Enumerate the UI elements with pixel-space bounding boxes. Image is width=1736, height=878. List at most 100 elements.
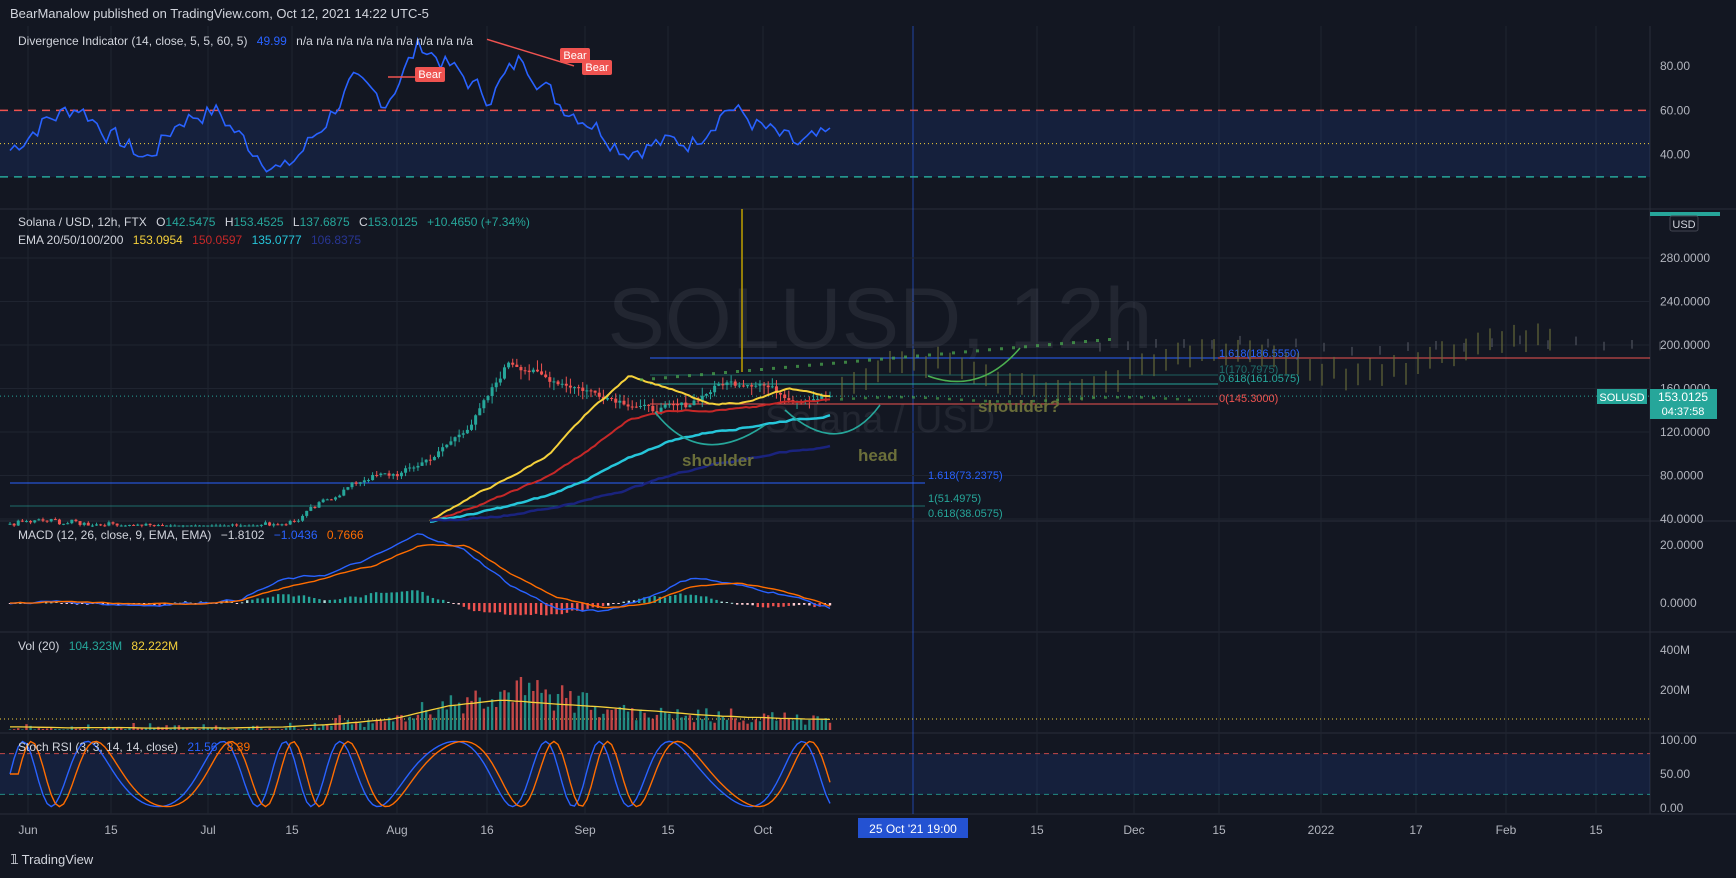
macd-histogram-bar [297, 595, 301, 603]
macd-histogram-bar [421, 591, 424, 603]
macd-histogram-bar [344, 597, 347, 603]
candle-body [123, 525, 127, 527]
fib-label-upper: 0.618(161.0575) [1219, 373, 1300, 385]
candle-body [160, 525, 164, 527]
volume-bar [280, 729, 284, 730]
macd-histogram-bar [581, 603, 584, 612]
volume-bar [95, 729, 98, 730]
macd-histogram-bar [390, 592, 393, 603]
ema-legend[interactable]: EMA 20/50/100/200 153.0954 150.0597 135.… [18, 233, 367, 247]
volume-axis-tick: 200M [1660, 683, 1690, 697]
candle-body [713, 385, 717, 393]
volume-bar [507, 692, 510, 730]
macd-histogram-bar [488, 603, 491, 613]
volume-bar [527, 682, 531, 730]
candle-body [239, 525, 243, 527]
candle-body [741, 385, 745, 387]
volume-bar [272, 729, 275, 730]
ohlc-open: O142.5475 [156, 215, 216, 229]
candle-body [309, 507, 313, 511]
volume-bar [371, 723, 374, 730]
candle-body [552, 381, 556, 383]
macd-histogram-bar [282, 594, 285, 603]
candle-body [638, 406, 642, 408]
macd-histogram-bar [472, 603, 476, 612]
candle-body [465, 429, 469, 434]
volume-bar [795, 714, 799, 730]
macd-histogram-bar [735, 603, 739, 605]
macd-histogram-bar [467, 603, 471, 610]
candle-body [148, 523, 152, 526]
stoch-axis-tick: 0.00 [1660, 801, 1684, 815]
candle-body [173, 525, 177, 527]
candle-body [255, 525, 259, 527]
candle-body [95, 524, 99, 526]
stoch-axis-tick: 100.00 [1660, 733, 1697, 747]
volume-bar [99, 728, 102, 730]
stoch-k-value: 21.56 [187, 740, 218, 754]
ohlc-change: +10.4650 (+7.34%) [427, 215, 530, 229]
volume-bar [412, 718, 416, 730]
candle-body [86, 522, 90, 526]
macd-histogram-bar [519, 603, 522, 616]
symbol-title: Solana / USD, 12h, FTX [18, 215, 147, 229]
volume-bar [647, 717, 650, 730]
macd-histogram-bar [240, 602, 244, 604]
candle-body [292, 520, 296, 522]
macd-histogram-bar [256, 598, 259, 603]
candle-body [156, 525, 160, 527]
price-axis-tick: 40.0000 [1660, 512, 1704, 526]
volume-bar [804, 724, 807, 730]
currency-label: USD [1672, 219, 1695, 231]
ema200-value: 106.8375 [310, 233, 362, 247]
stoch-title: Stoch RSI (3, 3, 14, 14, close) [18, 740, 179, 754]
volume-bar [132, 723, 135, 730]
candle-body [144, 523, 148, 526]
candle-body [16, 520, 20, 526]
volume-bar [696, 709, 700, 730]
time-axis-label: 2022 [1308, 823, 1335, 837]
candle-body [90, 525, 94, 527]
candle-body [568, 385, 572, 388]
volume-bar [276, 729, 280, 730]
candle-body [165, 525, 169, 527]
candle-body [202, 525, 206, 527]
candle-body [210, 525, 214, 527]
stoch-axis-tick: 50.00 [1660, 767, 1690, 781]
time-axis[interactable]: Jun 15 Jul 15 Aug 16 Sep 15 Oct 15 Dec 15 2022 17 Feb 1… [18, 818, 1603, 838]
volume-pane[interactable] [0, 676, 1650, 730]
volume-bar [787, 718, 790, 730]
candle-body [391, 474, 395, 476]
divergence-pane[interactable]: BearBearBear [0, 36, 1650, 178]
chart-canvas[interactable]: BearBearBear SOLUSD, 12hSolana / USD1.61… [0, 0, 1736, 878]
divergence-na: n/a n/a n/a n/a n/a n/a n/a n/a n/a [296, 34, 473, 48]
price-legend[interactable]: Solana / USD, 12h, FTX O142.5475 H153.45… [18, 215, 536, 229]
volume-bar [41, 728, 45, 730]
macd-legend[interactable]: MACD (12, 26, close, 9, EMA, EMA) −1.810… [18, 528, 370, 542]
macd-histogram-bar [349, 596, 352, 603]
divergence-legend[interactable]: Divergence Indicator (14, close, 5, 5, 6… [18, 34, 479, 48]
volume-bar [416, 714, 420, 730]
volume-bar [74, 728, 78, 730]
candle-body [766, 385, 770, 388]
candle-body [395, 474, 399, 477]
price-pane[interactable]: SOLUSD, 12hSolana / USD1.618(73.2375)1(5… [0, 209, 1689, 528]
candle-body [259, 524, 263, 526]
stoch-legend[interactable]: Stoch RSI (3, 3, 14, 14, close) 21.56 8.… [18, 740, 256, 754]
macd-histogram-bar [699, 596, 703, 603]
volume-bar [392, 721, 395, 730]
candle-body [585, 390, 589, 392]
candle-body [12, 523, 16, 526]
macd-histogram-bar [452, 603, 455, 604]
tradingview-footer[interactable]: 𝟙 TradingView [10, 852, 93, 868]
candle-body [132, 524, 136, 526]
crosshair-time-label: 25 Oct '21 19:00 [869, 822, 957, 836]
candle-body [334, 497, 338, 500]
macd-pane[interactable] [8, 533, 832, 616]
candle-body [750, 385, 754, 387]
volume-legend[interactable]: Vol (20) 104.323M 82.222M [18, 639, 184, 653]
volume-bar [771, 712, 774, 730]
volume-bar [499, 691, 502, 730]
candle-body [29, 521, 33, 523]
volume-bar [379, 720, 383, 730]
